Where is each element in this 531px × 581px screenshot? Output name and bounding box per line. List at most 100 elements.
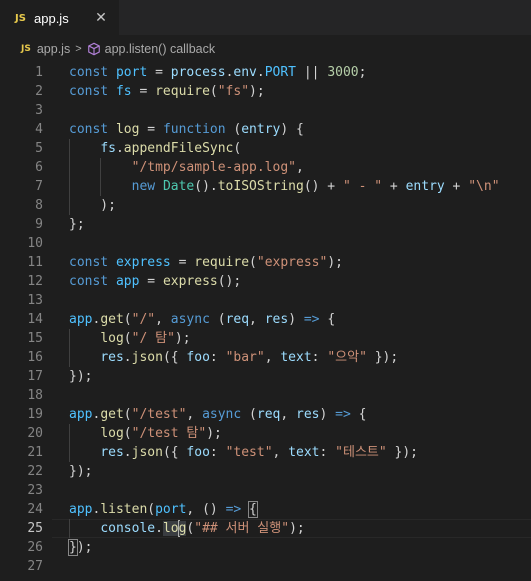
code-token: ); (327, 255, 343, 270)
code-token: { (319, 312, 336, 327)
code-token: ) (288, 312, 304, 327)
code-token: }); (69, 369, 93, 384)
line-number: 8 (35, 198, 43, 213)
code-line[interactable]: 10 (0, 234, 531, 253)
code-text: app.get("/test", async (req, res) => { (69, 405, 366, 424)
code-token: ); (174, 331, 191, 346)
breadcrumb-file[interactable]: app.js (37, 42, 70, 56)
code-text: console.log("## 서버 실행"); (69, 519, 305, 538)
code-token: "/ 탐" (131, 331, 175, 346)
code-token: ( (123, 407, 132, 422)
code-line[interactable]: 7 new Date().toISOString() + " - " + ent… (0, 177, 531, 196)
code-token: : (209, 350, 226, 365)
code-token: || (296, 65, 328, 80)
code-token: const (69, 65, 109, 80)
code-token: ( (233, 141, 242, 156)
code-token: ( (249, 255, 257, 270)
code-token: log (100, 331, 124, 346)
code-token: "\n" (468, 179, 500, 194)
code-token: res (100, 350, 124, 365)
code-line[interactable]: 23 (0, 481, 531, 500)
code-line[interactable]: 17}); (0, 367, 531, 386)
code-token: , (272, 445, 289, 460)
code-token: toISOString (217, 179, 304, 194)
code-token: get (100, 312, 124, 327)
code-token: , (296, 160, 304, 175)
code-line[interactable]: 14 app.get("/", async (req, res) => { (0, 310, 531, 329)
code-line[interactable]: 18 (0, 386, 531, 405)
code-token: (); (217, 274, 242, 289)
matched-bracket: } (68, 539, 78, 556)
code-line[interactable]: 12 const app = express(); (0, 272, 531, 291)
code-editor[interactable]: 1 const port = process.env.PORT || 3000; 2… (0, 63, 531, 576)
code-token: const (69, 255, 109, 270)
code-text: res.json({ foo: "bar", text: "으악" }); (69, 348, 398, 367)
tab-app-js[interactable]: JS app.js ✕ (0, 0, 119, 35)
code-line[interactable]: 22}); (0, 462, 531, 481)
code-token: ); (76, 540, 93, 555)
code-line[interactable]: 27 (0, 557, 531, 576)
code-token: . (115, 141, 124, 156)
code-token: foo (186, 445, 210, 460)
code-token: app (115, 274, 140, 289)
code-text: const log = function (entry) { (69, 120, 304, 139)
code-line[interactable]: 16 res.json({ foo: "bar", text: "으악" }); (0, 348, 531, 367)
code-token: : (209, 445, 226, 460)
code-token: foo (186, 350, 210, 365)
code-token: console (100, 521, 156, 536)
code-line[interactable]: 26}); (0, 538, 531, 557)
javascript-file-icon: JS (15, 12, 26, 24)
code-token: req (256, 407, 281, 422)
code-line[interactable]: 9}; (0, 215, 531, 234)
line-number: 3 (35, 103, 43, 118)
close-icon[interactable]: ✕ (93, 10, 109, 26)
code-line[interactable]: 20 log("/test 탐"); (0, 424, 531, 443)
code-token: process (170, 65, 226, 80)
code-token: "/test 탐" (131, 426, 207, 441)
code-token: ( (209, 84, 218, 99)
code-text: fs.appendFileSync( (69, 139, 241, 158)
breadcrumb-symbol[interactable]: app.listen() callback (105, 42, 215, 56)
code-line[interactable]: 3 (0, 101, 531, 120)
code-text: const app = express(); (69, 272, 241, 291)
code-token: function (162, 122, 226, 137)
line-number: 2 (35, 84, 43, 99)
code-line[interactable]: 19 app.get("/test", async (req, res) => { (0, 405, 531, 424)
code-line[interactable]: 21 res.json({ foo: "test", text: "테스트" }… (0, 443, 531, 462)
code-token: listen (100, 502, 148, 517)
code-token: , () (186, 502, 226, 517)
code-line[interactable]: 13 (0, 291, 531, 310)
code-line[interactable]: 4 const log = function (entry) { (0, 120, 531, 139)
code-token: }); (386, 445, 419, 460)
line-number: 1 (35, 65, 43, 80)
code-line[interactable]: 11 const express = require("express"); (0, 253, 531, 272)
code-token: "으악" (327, 350, 367, 365)
line-number: 13 (27, 293, 43, 308)
code-token: const (69, 122, 109, 137)
code-token: = (139, 122, 163, 137)
line-number: 7 (35, 179, 43, 194)
line-number: 5 (35, 141, 43, 156)
code-line[interactable]: 6 "/tmp/sample-app.log", (0, 158, 531, 177)
code-line[interactable]: 15 log("/ 탐"); (0, 329, 531, 348)
code-line[interactable]: 25 console.log("## 서버 실행"); (0, 519, 531, 538)
code-line[interactable]: 24 app.listen(port, () => { (0, 500, 531, 519)
code-token: , (186, 407, 203, 422)
code-line[interactable]: 5 fs.appendFileSync( (0, 139, 531, 158)
code-token: ( (225, 122, 242, 137)
code-token: res (296, 407, 320, 422)
code-token: async (170, 312, 210, 327)
code-token: , (155, 312, 171, 327)
code-token: res (100, 445, 124, 460)
code-line[interactable]: 1 const port = process.env.PORT || 3000; (0, 63, 531, 82)
code-token: fs (100, 141, 116, 156)
code-token: ( (123, 312, 132, 327)
code-line[interactable]: 8 ); (0, 196, 531, 215)
code-line[interactable]: 2 const fs = require("fs"); (0, 82, 531, 101)
